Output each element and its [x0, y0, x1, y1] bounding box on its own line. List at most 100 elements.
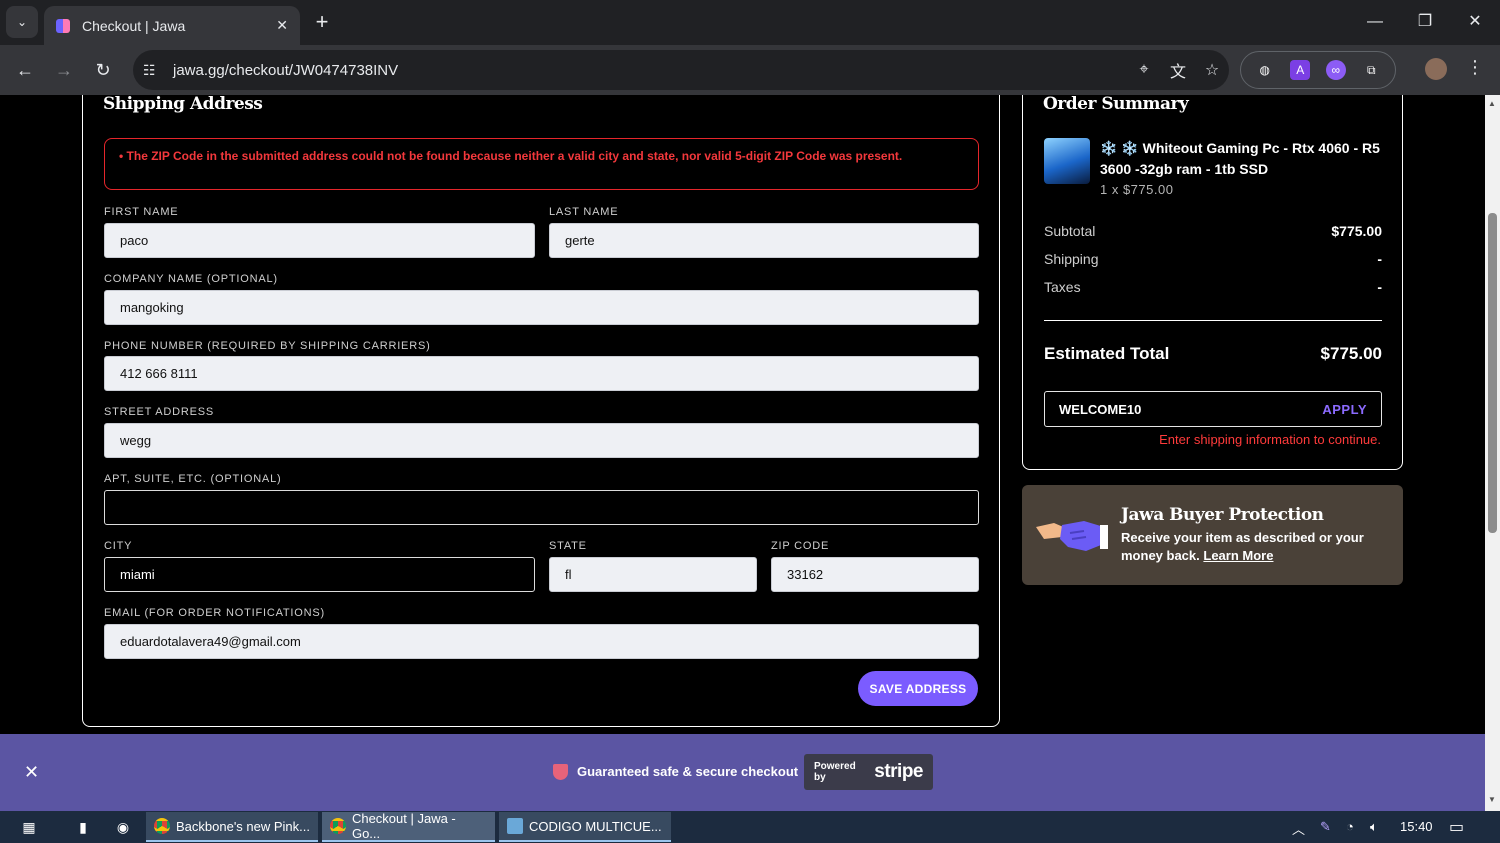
- estimated-total-row: Estimated Total $775.00: [1044, 344, 1382, 364]
- restore-button[interactable]: ❐: [1410, 10, 1440, 34]
- forward-button[interactable]: →: [51, 57, 77, 83]
- buyer-protection-card: Jawa Buyer Protection Receive your item …: [1022, 485, 1403, 585]
- show-hidden-icons-icon[interactable]: ︿: [1292, 819, 1305, 838]
- notepad-icon: [507, 818, 523, 834]
- last-name-label: LAST NAME: [549, 206, 619, 218]
- browser-toolbar: ← → ↻ ☷ jawa.gg/checkout/JW0474738INV ⌖ …: [0, 45, 1500, 95]
- learn-more-link[interactable]: Learn More: [1203, 548, 1273, 563]
- email-field[interactable]: eduardotalavera49@gmail.com: [104, 624, 979, 659]
- shipping-address-card: Shipping Address • The ZIP Code in the s…: [82, 95, 1000, 727]
- jawa-favicon-icon: [56, 18, 70, 33]
- estimated-total-value: $775.00: [1320, 344, 1382, 363]
- globe-extension-icon[interactable]: ◍: [1255, 60, 1275, 80]
- back-button[interactable]: ←: [12, 57, 38, 83]
- scroll-up-icon[interactable]: ▲: [1488, 99, 1496, 108]
- profile-avatar[interactable]: [1425, 58, 1447, 80]
- pen-icon[interactable]: ✎: [1320, 819, 1331, 835]
- url-text[interactable]: jawa.gg/checkout/JW0474738INV: [173, 62, 1127, 79]
- apply-promo-button[interactable]: APPLY: [1322, 402, 1367, 417]
- shipping-value: -: [1377, 251, 1382, 267]
- chrome-icon[interactable]: ◉: [112, 817, 134, 837]
- street-label: STREET ADDRESS: [104, 406, 215, 418]
- buyer-protection-title: Jawa Buyer Protection: [1121, 505, 1324, 525]
- tab-search-button[interactable]: ⌄: [6, 6, 38, 38]
- tab-close-icon[interactable]: ✕: [276, 17, 288, 34]
- browser-menu-icon[interactable]: ⋮: [1466, 57, 1484, 78]
- last-name-field[interactable]: gerte: [549, 223, 979, 258]
- save-address-button[interactable]: SAVE ADDRESS: [858, 671, 978, 706]
- product-thumbnail[interactable]: [1044, 138, 1090, 184]
- chrome-icon: [154, 818, 170, 834]
- apt-field[interactable]: [104, 490, 979, 525]
- scrollbar-thumb[interactable]: [1488, 213, 1497, 533]
- clock[interactable]: 15:40: [1400, 819, 1433, 834]
- taskbar-item-checkout[interactable]: Checkout | Jawa - Go...: [322, 811, 495, 842]
- promo-code-input[interactable]: WELCOME10: [1059, 402, 1141, 417]
- product-quantity-price: 1 x $775.00: [1100, 182, 1174, 197]
- shipping-row: Shipping -: [1044, 251, 1382, 267]
- promo-code-field[interactable]: WELCOME10 APPLY: [1044, 391, 1382, 427]
- location-icon[interactable]: ⌖: [1127, 61, 1161, 79]
- task-view-icon[interactable]: ▦: [18, 817, 40, 837]
- order-summary-title: Order Summary: [1043, 95, 1189, 114]
- zip-field[interactable]: 33162: [771, 557, 979, 592]
- subtotal-row: Subtotal $775.00: [1044, 223, 1382, 239]
- city-field[interactable]: miami: [104, 557, 535, 592]
- reload-button[interactable]: ↻: [90, 57, 116, 83]
- page-scrollbar[interactable]: ▲ ▼: [1485, 95, 1500, 811]
- taskbar-item-label: CODIGO MULTICUE...: [529, 818, 662, 834]
- powered-by-text: Powered by: [814, 761, 856, 783]
- bookmark-star-icon[interactable]: ☆: [1195, 60, 1229, 80]
- product-name: ❄️ ❄️ Whiteout Gaming Pc - Rtx 4060 - R5…: [1100, 140, 1380, 177]
- translate-icon[interactable]: 文: [1161, 58, 1195, 82]
- zip-error-message: • The ZIP Code in the submitted address …: [104, 138, 979, 190]
- taxes-label: Taxes: [1044, 279, 1081, 295]
- phone-field[interactable]: 412 666 8111: [104, 356, 979, 391]
- first-name-label: FIRST NAME: [104, 206, 179, 218]
- state-field[interactable]: fl: [549, 557, 757, 592]
- phone-label: PHONE NUMBER (REQUIRED BY SHIPPING CARRI…: [104, 340, 431, 352]
- stripe-badge: Powered by stripe: [804, 754, 933, 790]
- first-name-field[interactable]: paco: [104, 223, 535, 258]
- buyer-protection-text: Receive your item as described or your m…: [1121, 529, 1391, 565]
- notifications-icon[interactable]: ▭: [1449, 817, 1464, 837]
- close-window-button[interactable]: ✕: [1460, 10, 1490, 34]
- company-field[interactable]: mangoking: [104, 290, 979, 325]
- taskbar-item-backbone[interactable]: Backbone's new Pink...: [146, 812, 318, 842]
- chrome-icon: [330, 818, 346, 834]
- order-summary-card: Order Summary ❄️ ❄️ Whiteout Gaming Pc -…: [1022, 95, 1403, 470]
- summary-divider: [1044, 320, 1382, 321]
- email-label: EMAIL (FOR ORDER NOTIFICATIONS): [104, 607, 325, 619]
- taskbar-item-label: Backbone's new Pink...: [176, 818, 310, 834]
- secure-checkout-bar: ✕ Guaranteed safe & secure checkout Powe…: [0, 734, 1485, 811]
- state-label: STATE: [549, 540, 587, 552]
- a-extension-icon[interactable]: A: [1290, 60, 1311, 80]
- close-banner-icon[interactable]: ✕: [24, 762, 39, 783]
- stripe-logo: stripe: [874, 761, 923, 782]
- page-content: Shipping Address • The ZIP Code in the s…: [0, 95, 1485, 811]
- file-icon[interactable]: ▮: [72, 817, 94, 837]
- wifi-icon[interactable]: ◔: [1346, 819, 1354, 834]
- subtotal-value: $775.00: [1331, 223, 1382, 239]
- address-bar[interactable]: ☷ jawa.gg/checkout/JW0474738INV ⌖ 文 ☆: [133, 50, 1229, 90]
- handshake-icon: [1036, 521, 1108, 551]
- taxes-value: -: [1377, 279, 1382, 295]
- volume-icon[interactable]: 🔈︎: [1370, 819, 1378, 835]
- estimated-total-label: Estimated Total: [1044, 344, 1170, 363]
- site-info-icon[interactable]: ☷: [143, 62, 163, 79]
- link-extension-icon[interactable]: ∞: [1325, 60, 1346, 80]
- new-tab-button[interactable]: +: [310, 10, 334, 34]
- street-field[interactable]: wegg: [104, 423, 979, 458]
- puzzle-extensions-icon[interactable]: ⧉: [1361, 60, 1381, 80]
- windows-taskbar: ▦ ▮ ◉ Backbone's new Pink... Checkout | …: [0, 811, 1500, 843]
- secure-checkout-text: Guaranteed safe & secure checkout: [577, 764, 799, 779]
- minimize-button[interactable]: —: [1360, 10, 1390, 34]
- zip-label: ZIP CODE: [771, 540, 830, 552]
- browser-tab-bar: ⌄ Checkout | Jawa ✕ + — ❐ ✕: [0, 0, 1500, 45]
- shipping-address-title: Shipping Address: [103, 95, 263, 114]
- taskbar-item-notepad[interactable]: CODIGO MULTICUE...: [499, 812, 671, 842]
- scroll-down-icon[interactable]: ▼: [1488, 795, 1496, 804]
- browser-tab[interactable]: Checkout | Jawa ✕: [44, 6, 300, 45]
- apt-label: APT, SUITE, ETC. (OPTIONAL): [104, 473, 282, 485]
- shipping-label: Shipping: [1044, 251, 1099, 267]
